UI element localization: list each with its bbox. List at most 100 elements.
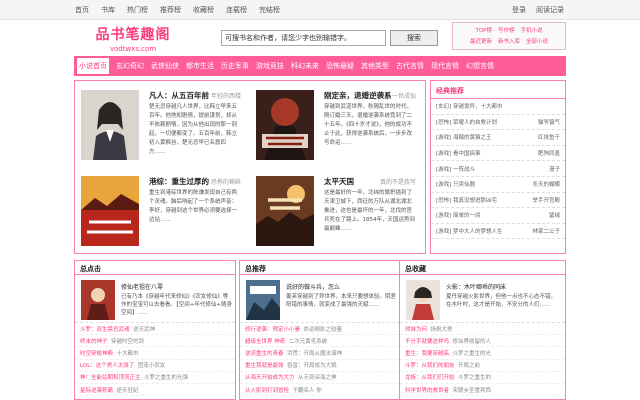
top-nav-recommend[interactable]: 推荐榜 [160,5,181,15]
featured-book[interactable]: 港综：重生过厚的 恐怖的蝌蚪 重生到港综世界的陈谦发现自己有两个灵魂。脑后响起了… [75,169,245,251]
search-button[interactable]: 搜索 [390,30,438,46]
book-link[interactable]: [游戏] 看中国搞事 [436,149,481,157]
nav-fantasy-romance[interactable]: 幻想言情 [466,61,494,71]
book-link[interactable]: 修仙界收留的人 [453,337,492,345]
book-link[interactable]: 科学世界的救世者 [405,386,449,394]
list-item[interactable]: 从海天开始成为大力 从天到深海之神 [240,372,400,384]
list-item[interactable]: 龙族：从我们们开始 斗罗之重生的 [400,372,565,384]
nav-home[interactable]: 小说首页 [77,58,109,74]
book-title[interactable]: 说好的做斗兵，怎么 [286,282,340,291]
list-item[interactable]: LOL：这个男人太强了 团宠小农女 [75,360,235,372]
book-link[interactable]: [玄幻] 穿越诡异，十大都市 [436,102,503,110]
nav-other[interactable]: 其他类型 [361,61,389,71]
site-logo[interactable]: 品书笔趣阁 vodtwxs.com [93,24,173,53]
nav-horror[interactable]: 恐怖悬疑 [326,61,354,71]
list-item[interactable]: [玄幻] 穿越诡异，十大都市 [431,99,565,115]
book-link[interactable]: 时空穿梭神殿 [80,349,113,357]
list-item[interactable]: [恐怖] 我真没想进那凶宅 举手开宫殿 [431,193,565,209]
ranking-top-book[interactable]: 修仙老祖在八零 已有乃本《穿越年代来修仙》《农女修仙》等作的宝宝可以去看看。【空… [75,275,235,323]
book-link[interactable]: 超级全世界 神奇 [245,337,285,345]
book-link[interactable]: 命运倒影之较量 [304,325,343,333]
list-item[interactable]: 师妹为何 扬帆大男 [400,323,565,336]
nav-ancient-romance[interactable]: 古代言情 [396,61,424,71]
nav-games[interactable]: 游戏竞技 [256,61,284,71]
top-nav-finished[interactable]: 完结榜 [259,5,280,15]
book-link[interactable]: 从火影到打到冒险 [245,386,289,394]
book-link[interactable]: 斗罗：双生禁忌武魂 [80,325,130,333]
list-item[interactable]: 从火影到打到冒险 干翻名人 你 [240,384,400,397]
quick-link-latest[interactable]: 最近更新 [470,37,492,45]
book-title[interactable]: 凡人：从五百年前 [149,90,209,101]
book-link[interactable]: [游戏] 梦中大人的梦想人生 [436,227,503,235]
book-link[interactable]: [恐怖] 我真没想进那凶宅 [436,196,497,204]
book-link[interactable]: 逆天狂妃 [117,386,139,394]
book-link[interactable]: 开局之前 [458,361,480,369]
featured-book[interactable]: 刚定亲，退婚逆袭系 一世成仙 穿越到武道世界，秋隔乱世的时代。刚订婚三天，退婚逆… [250,83,420,165]
book-link[interactable]: 十大都市 [117,349,139,357]
top-nav-home[interactable]: 首页 [75,5,89,15]
list-item[interactable]: [恐怖] 荣耀人的自救计划 猫爷镇气 [431,115,565,131]
book-link[interactable]: 不分手就要这样吗 [405,337,449,345]
list-item[interactable]: 逆流重生的青春 洪荒：开局从魔法演神 [240,347,400,360]
book-link[interactable]: 洪荒：开局从魔法演神 [287,349,342,357]
list-item[interactable]: 超级全世界 神奇 二次元黄毛系统 [240,335,400,348]
top-nav-library[interactable]: 书库 [101,5,115,15]
book-cover[interactable] [81,280,115,320]
nav-wuxia[interactable]: 武侠仙侠 [151,61,179,71]
list-item[interactable]: 不分手就要这样吗 修仙界收留的人 [400,335,565,348]
book-title[interactable]: 刚定亲，退婚逆袭系 [324,90,392,101]
quick-link-all[interactable]: 全部小说 [526,37,548,45]
book-link[interactable]: 干翻名人 你 [293,386,322,394]
search-input[interactable] [221,30,386,46]
book-cover[interactable] [81,176,139,246]
list-item[interactable]: [游戏] 一阵战斗 漫子 [431,161,565,177]
list-item[interactable]: 时空穿梭神殿 十大都市 [75,347,235,360]
list-item[interactable]: 斗罗：双生禁忌武魂 逆天武神 [75,323,235,336]
quick-link-new[interactable]: 新书入库 [498,37,520,45]
book-link[interactable]: [恐怖] 荣耀人的自救计划 [436,118,497,126]
featured-book[interactable]: 太平天国 真的不是我写 这是最好的一年，北纬的旗帜插到了天津卫城下，西征的万队从… [250,169,420,251]
book-cover[interactable] [256,90,314,160]
book-link[interactable]: 神！全能站期和顶流正主 [80,373,141,381]
quick-link-writing[interactable]: 写作榜 [498,26,515,34]
top-nav-hot[interactable]: 热门榜 [127,5,148,15]
book-link[interactable]: [游戏] 简单的一间 [436,211,481,219]
book-title[interactable]: 修仙老祖在八零 [121,282,163,291]
ranking-top-book[interactable]: 火影：木叶卿乖的同床 夏丹穿越火影世界，但他一点也不心态不错。在木叶村，这才是开… [400,275,565,323]
quick-link-top[interactable]: TOP榜 [475,26,492,34]
book-title[interactable]: 太平天国 [324,176,354,187]
book-cover[interactable] [246,280,280,320]
book-link[interactable]: 从海天开始成为大力 [245,373,295,381]
list-item[interactable]: 重生我就是最强 吞兽：开局成为大锅 [240,360,400,372]
list-item[interactable]: 星际逆袭称霸 逆天狂妃 [75,384,235,397]
nav-modern-romance[interactable]: 现代言情 [431,61,459,71]
book-link[interactable]: 逆流重生的青春 [245,349,284,357]
nav-scifi[interactable]: 科幻未来 [291,61,319,71]
book-link[interactable]: LOL：这个男人太强了 [80,361,134,369]
book-link[interactable]: 穿越时空的剑 [111,337,144,345]
top-nav-serial[interactable]: 连载榜 [226,5,247,15]
list-item[interactable]: [游戏] 海贼的黄猿之王 红烧鱼干 [431,130,565,146]
book-link[interactable]: 二次元黄毛系统 [289,337,328,345]
book-link[interactable]: 斗罗之重生的 [458,373,491,381]
list-item[interactable]: [游戏] 梦中大人的梦想人生 林家二公子 [431,224,565,240]
ranking-top-book[interactable]: 说好的做斗兵，怎么 姜芙穿越到了异世界，本来只要想体验。阴差阳错的事情，就变成了… [240,275,400,323]
history-link[interactable]: 阅读记录 [536,5,564,15]
top-nav-favorites[interactable]: 收藏榜 [193,5,214,15]
list-item[interactable]: [游戏] 简单的一间 罂绒 [431,208,565,224]
book-link[interactable]: 斗罗之重生的光 [453,349,492,357]
book-link[interactable]: 斗罗之重生的光强 [144,373,188,381]
book-cover[interactable] [406,280,440,320]
book-title[interactable]: 港综：重生过厚的 [149,176,209,187]
list-item[interactable]: 终末的神子 穿越时空的剑 [75,335,235,348]
login-link[interactable]: 登录 [512,5,526,15]
list-item[interactable]: [游戏] 只卖仙器 冬天的蝴蝶 [431,177,565,193]
book-link[interactable]: 终末的神子 [80,337,108,345]
featured-book[interactable]: 凡人：从五百年前 年轻的西楼 楚无忌穿越凡人世界，比韩立早来五百年。他熟知剧情，… [75,83,245,165]
book-link[interactable]: 团宠小农女 [138,361,166,369]
list-item[interactable]: 科学世界的救世者 宋朝乡圣雪宾西 [400,384,565,397]
book-cover[interactable] [81,90,139,160]
book-link[interactable]: [游戏] 只卖仙器 [436,180,475,188]
list-item[interactable]: 修行逆袭：预定小小妻 命运倒影之较量 [240,323,400,336]
quick-link-mobile[interactable]: 手机小说 [521,26,543,34]
